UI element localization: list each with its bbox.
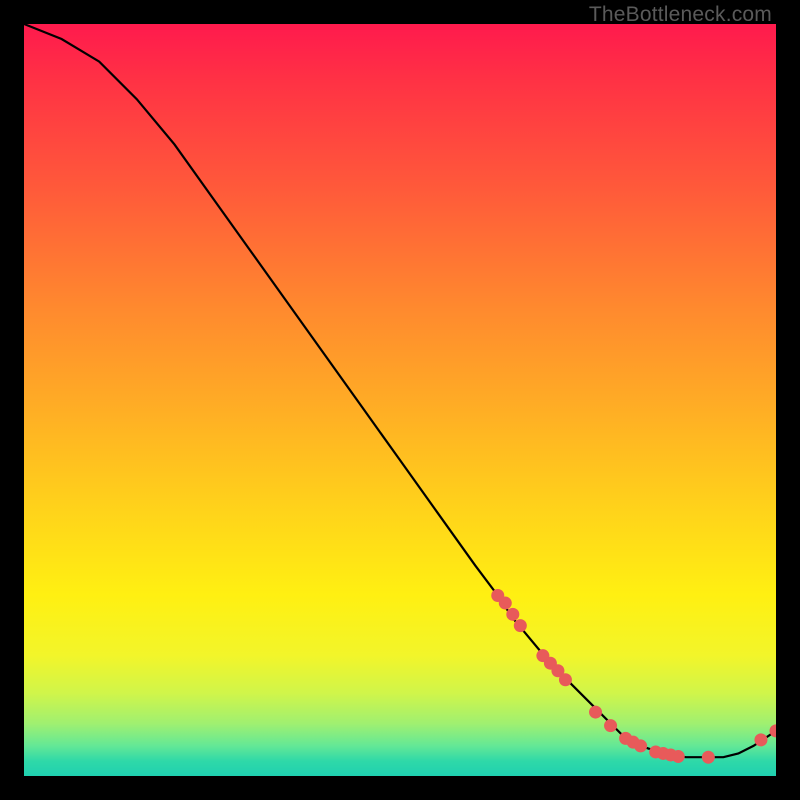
data-marker: [559, 673, 572, 686]
data-marker: [604, 719, 617, 732]
data-marker: [754, 733, 767, 746]
data-markers: [491, 589, 776, 764]
data-marker: [514, 619, 527, 632]
data-marker: [702, 751, 715, 764]
bottleneck-curve-svg: [24, 24, 776, 776]
bottleneck-curve-line: [24, 24, 776, 757]
data-marker: [499, 597, 512, 610]
data-marker: [634, 739, 647, 752]
chart-frame: [24, 24, 776, 776]
data-marker: [589, 706, 602, 719]
data-marker: [506, 608, 519, 621]
data-marker: [672, 750, 685, 763]
